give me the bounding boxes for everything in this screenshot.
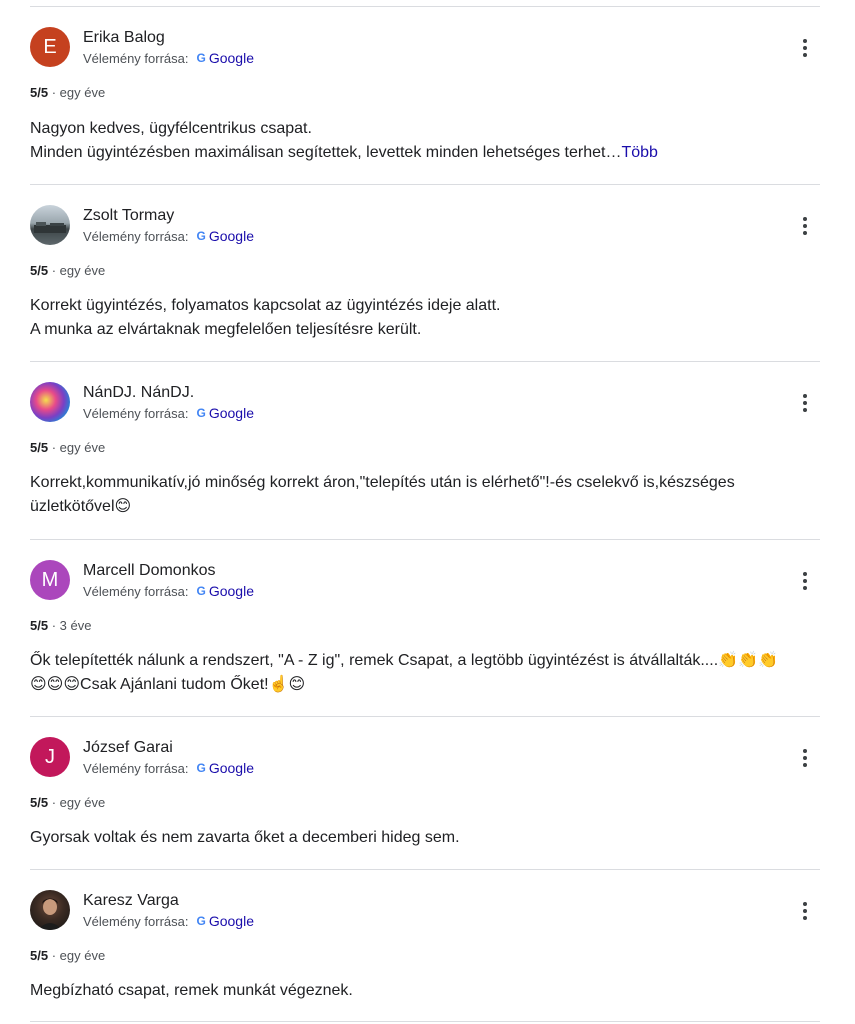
divider <box>30 869 820 870</box>
source-name[interactable]: Google <box>209 50 254 66</box>
separator: · <box>51 618 57 633</box>
divider <box>30 6 820 7</box>
author-name[interactable]: NánDJ. NánDJ. <box>83 384 194 402</box>
more-link[interactable]: Több <box>621 144 657 161</box>
rating-row: 5/5 · egy éve <box>30 85 105 100</box>
source-label: Vélemény forrása: <box>83 583 189 599</box>
separator: · <box>51 948 57 963</box>
rating-row: 5/5 · egy éve <box>30 948 105 963</box>
source-label: Vélemény forrása: <box>83 228 189 244</box>
rating-score: 5/5 <box>30 795 49 810</box>
more-options-button[interactable] <box>794 568 816 594</box>
rating-score: 5/5 <box>30 263 49 278</box>
review-source: Vélemény forrása: G Google <box>83 583 254 599</box>
google-g-icon: G <box>196 761 206 775</box>
review-text: Ők telepítették nálunk a rendszert, "A -… <box>30 649 820 697</box>
review-age: egy éve <box>59 85 106 100</box>
author-name[interactable]: Karesz Varga <box>83 892 179 910</box>
review-text-line: Korrekt ügyintézés, folyamatos kapcsolat… <box>30 297 501 314</box>
review-source: Vélemény forrása: G Google <box>83 50 254 66</box>
source-label: Vélemény forrása: <box>83 405 189 421</box>
review-source: Vélemény forrása: G Google <box>83 760 254 776</box>
divider <box>30 716 820 717</box>
rating-row: 5/5 · 3 éve <box>30 618 91 633</box>
avatar[interactable] <box>30 205 70 245</box>
review-text-line: A munka az elvártaknak megfelelően telje… <box>30 321 422 338</box>
rating-row: 5/5 · egy éve <box>30 795 105 810</box>
review-source: Vélemény forrása: G Google <box>83 913 254 929</box>
avatar[interactable]: M <box>30 560 70 600</box>
author-name[interactable]: Zsolt Tormay <box>83 207 174 225</box>
google-g-icon: G <box>196 229 206 243</box>
more-options-button[interactable] <box>794 898 816 924</box>
author-name[interactable]: Erika Balog <box>83 29 165 47</box>
review-age: 3 éve <box>59 618 92 633</box>
more-options-button[interactable] <box>794 213 816 239</box>
review-age: egy éve <box>59 440 106 455</box>
review-text-line: üzletkötővel😊 <box>30 498 132 515</box>
review-age: egy éve <box>59 263 106 278</box>
rating-score: 5/5 <box>30 618 49 633</box>
source-label: Vélemény forrása: <box>83 760 189 776</box>
review-age: egy éve <box>59 948 106 963</box>
review-source: Vélemény forrása: G Google <box>83 405 254 421</box>
source-name[interactable]: Google <box>209 228 254 244</box>
author-name[interactable]: Marcell Domonkos <box>83 562 215 580</box>
rating-row: 5/5 · egy éve <box>30 440 105 455</box>
divider <box>30 539 820 540</box>
divider <box>30 1021 820 1022</box>
review-text: Megbízható csapat, remek munkát végeznek… <box>30 979 820 1003</box>
separator: · <box>51 795 57 810</box>
separator: · <box>51 440 57 455</box>
source-label: Vélemény forrása: <box>83 50 189 66</box>
reviews-page: E Erika Balog Vélemény forrása: G Google… <box>0 0 855 1024</box>
avatar-photo <box>38 898 62 930</box>
more-options-button[interactable] <box>794 390 816 416</box>
review-text: Korrekt ügyintézés, folyamatos kapcsolat… <box>30 294 820 342</box>
google-g-icon: G <box>196 584 206 598</box>
rating-score: 5/5 <box>30 948 49 963</box>
rating-score: 5/5 <box>30 85 49 100</box>
review-text: Korrekt,kommunikatív,jó minőség korrekt … <box>30 471 820 519</box>
google-g-icon: G <box>196 51 206 65</box>
separator: · <box>51 85 57 100</box>
avatar-photo <box>34 222 66 233</box>
review-text-line: Korrekt,kommunikatív,jó minőség korrekt … <box>30 474 735 491</box>
review-text: Gyorsak voltak és nem zavarta őket a dec… <box>30 826 820 850</box>
avatar[interactable]: J <box>30 737 70 777</box>
google-g-icon: G <box>196 406 206 420</box>
rating-score: 5/5 <box>30 440 49 455</box>
review-text-line: Ők telepítették nálunk a rendszert, "A -… <box>30 652 778 669</box>
avatar[interactable] <box>30 890 70 930</box>
review-text-line: Gyorsak voltak és nem zavarta őket a dec… <box>30 829 460 846</box>
review-text: Nagyon kedves, ügyfélcentrikus csapat. M… <box>30 117 820 165</box>
review-text-line: Nagyon kedves, ügyfélcentrikus csapat. <box>30 120 312 137</box>
google-g-icon: G <box>196 914 206 928</box>
review-text-line: Megbízható csapat, remek munkát végeznek… <box>30 982 353 999</box>
review-age: egy éve <box>59 795 106 810</box>
avatar[interactable]: E <box>30 27 70 67</box>
author-name[interactable]: József Garai <box>83 739 173 757</box>
review-text-line: Minden ügyintézésben maximálisan segítet… <box>30 144 658 161</box>
source-name[interactable]: Google <box>209 583 254 599</box>
review-text-line: 😊😊😊Csak Ajánlani tudom Őket!☝️😊 <box>30 676 306 693</box>
divider <box>30 361 820 362</box>
source-name[interactable]: Google <box>209 913 254 929</box>
more-options-button[interactable] <box>794 35 816 61</box>
separator: · <box>51 263 57 278</box>
divider <box>30 184 820 185</box>
source-name[interactable]: Google <box>209 405 254 421</box>
source-label: Vélemény forrása: <box>83 913 189 929</box>
source-name[interactable]: Google <box>209 760 254 776</box>
avatar[interactable] <box>30 382 70 422</box>
rating-row: 5/5 · egy éve <box>30 263 105 278</box>
more-options-button[interactable] <box>794 745 816 771</box>
review-source: Vélemény forrása: G Google <box>83 228 254 244</box>
